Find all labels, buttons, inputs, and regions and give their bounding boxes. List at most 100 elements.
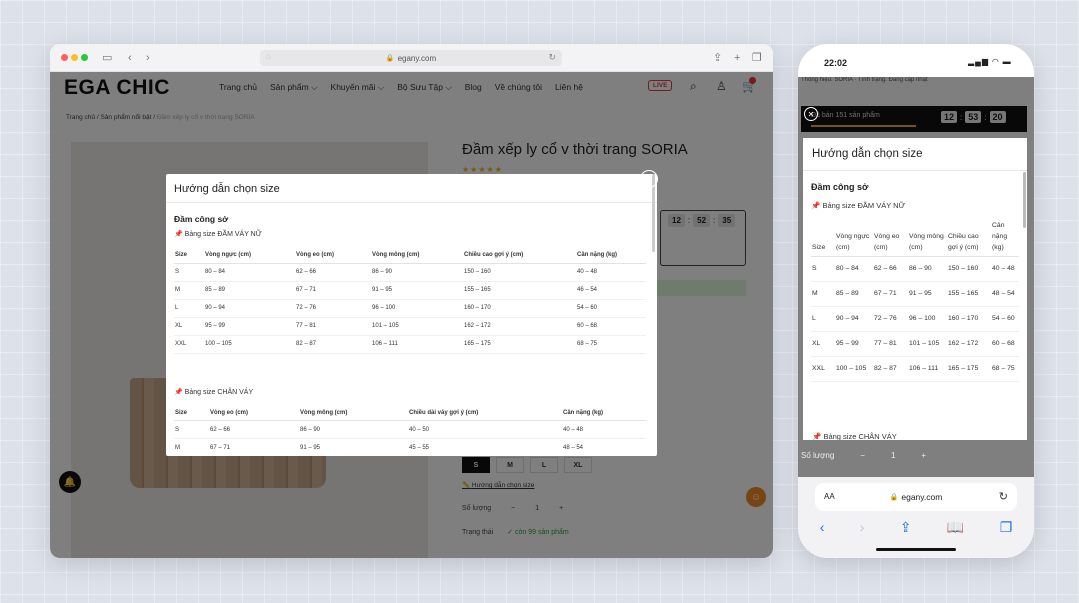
table-cell: 68 – 75 (576, 335, 646, 354)
table-cell: 91 – 95 (908, 281, 947, 307)
table-row: S 62 – 66 86 – 90 40 – 50 40 – 48 (174, 420, 646, 439)
table-row: XL 95 – 99 77 – 81 101 – 105 162 – 172 6… (174, 317, 646, 336)
close-window-button[interactable] (61, 54, 68, 61)
safari-toolbar: ‹ › ⇪ 📖 ❐ (798, 519, 1034, 536)
table-cell: 91 – 95 (371, 281, 463, 300)
table-cell: 85 – 89 (835, 281, 873, 307)
home-indicator (876, 548, 956, 551)
quantity-label: Số lượng (801, 451, 835, 460)
table-cell: 96 – 100 (371, 299, 463, 318)
table-cell: 95 – 99 (204, 317, 295, 336)
table-header: Chiều cao gợi ý (cm) (463, 248, 576, 264)
table-header: Cân nặng (kg) (991, 218, 1019, 257)
table-cell: 68 – 75 (991, 356, 1019, 382)
tabs-icon[interactable]: ❐ (1000, 519, 1013, 536)
table-cell: 48 – 54 (991, 281, 1019, 307)
quantity-value[interactable]: 1 (891, 451, 895, 460)
reload-icon[interactable]: ↻ (548, 52, 556, 63)
tabs-overview-icon[interactable]: ❐ (752, 51, 762, 65)
share-icon[interactable]: ⇪ (900, 519, 912, 536)
size-table-dress: Size Vòng ngực (cm) Vòng eo (cm) Vòng mô… (174, 248, 646, 354)
table-header: Vòng mông (cm) (371, 248, 463, 264)
table-cell: 165 – 175 (463, 335, 576, 354)
table-cell: XXL (811, 356, 835, 382)
table-cell: 86 – 90 (371, 263, 463, 282)
minimize-window-button[interactable] (71, 54, 78, 61)
address-bar[interactable]: ◌ 🔒 egany.com ↻ (260, 50, 562, 66)
forward-arrow-icon[interactable]: › (146, 51, 150, 65)
address-bar[interactable]: AA 🔒 egany.com ↻ (815, 483, 1017, 511)
table-cell: 100 – 105 (204, 335, 295, 354)
table-cell: 80 – 84 (204, 263, 295, 282)
table-cell: 54 – 60 (576, 299, 646, 318)
maximize-window-button[interactable] (81, 54, 88, 61)
table-header: Chiều cao gợi ý (cm) (947, 218, 991, 257)
table-cell: 96 – 100 (908, 306, 947, 332)
lock-icon: 🔒 (385, 55, 395, 62)
table-cell: 90 – 94 (835, 306, 873, 332)
table1-title-text: Bảng size ĐẦM VÁY NỮ (822, 201, 905, 210)
table-header-row: Size Vòng ngực (cm) Vòng eo (cm) Vòng mô… (174, 248, 646, 264)
bookmarks-icon[interactable]: 📖 (947, 519, 964, 536)
reader-aa-button[interactable]: AA (824, 492, 835, 501)
table-cell: 62 – 66 (209, 420, 299, 439)
pin-icon: 📌 (174, 231, 183, 238)
table-cell: M (174, 281, 204, 300)
table-cell: XL (174, 317, 204, 336)
table-row: M 67 – 71 91 – 95 45 – 55 48 – 54 (174, 438, 646, 456)
safari-bottom-bar: AA 🔒 egany.com ↻ ‹ › ⇪ 📖 ❐ (798, 477, 1034, 558)
table-header: Vòng ngực (cm) (204, 248, 295, 264)
close-icon[interactable]: ✕ (640, 170, 658, 188)
modal-section-title: Đầm công sở (811, 182, 869, 192)
modal-section-title: Đầm công sở (174, 214, 229, 224)
sidebar-icon[interactable]: ▭ (102, 51, 112, 65)
table-cell: 40 – 48 (991, 256, 1019, 282)
table-cell: 162 – 172 (947, 331, 991, 357)
table-cell: 77 – 81 (295, 317, 371, 336)
back-arrow-icon[interactable]: ‹ (820, 519, 825, 536)
table-header: Vòng ngực (cm) (835, 218, 873, 257)
table-cell: 160 – 170 (947, 306, 991, 332)
table-row: M 85 – 89 67 – 71 91 – 95 155 – 165 48 –… (811, 281, 1019, 307)
quantity-plus-button[interactable]: + (921, 451, 926, 460)
table-cell: 54 – 60 (991, 306, 1019, 332)
table-header-row: Size Vòng eo (cm) Vòng mông (cm) Chiều d… (174, 405, 646, 421)
table-cell: 150 – 160 (463, 263, 576, 282)
table-cell: S (174, 420, 209, 439)
phone-status-bar: 22:02 ▂▄▆ ◠ ▬ (798, 44, 1034, 78)
table-header-row: Size Vòng ngực (cm) Vòng eo (cm) Vòng mô… (811, 218, 1019, 257)
table-cell: 67 – 71 (209, 438, 299, 456)
pin-icon: 📌 (174, 388, 183, 396)
table-cell: 160 – 170 (463, 299, 576, 318)
table-row: L 90 – 94 72 – 76 96 – 100 160 – 170 54 … (174, 299, 646, 318)
forward-arrow-icon[interactable]: › (860, 519, 865, 536)
table-row: M 85 – 89 67 – 71 91 – 95 155 – 165 46 –… (174, 281, 646, 300)
table2-title-text: Bảng size CHÂN VÁY (184, 388, 254, 396)
address-bar-url: egany.com (901, 492, 943, 502)
lock-icon: 🔒 (889, 494, 899, 501)
table2-title: 📌 Bảng size CHÂN VÁY (812, 432, 897, 440)
address-bar-url: egany.com (397, 53, 437, 63)
table-cell: 165 – 175 (947, 356, 991, 382)
table-cell: 90 – 94 (204, 299, 295, 318)
shield-icon: ◌ (266, 52, 271, 61)
share-icon[interactable]: ⇪ (713, 51, 722, 65)
table-cell: 155 – 165 (463, 281, 576, 300)
modal-scrollbar[interactable] (1023, 172, 1026, 228)
table-header: Vòng mông (cm) (299, 405, 408, 421)
table-cell: 72 – 76 (295, 299, 371, 318)
phone-frame: 22:02 ▂▄▆ ◠ ▬ Thông hiệu: SORIA · Tình t… (798, 44, 1034, 558)
back-arrow-icon[interactable]: ‹ (128, 51, 132, 65)
reload-icon[interactable]: ↻ (999, 490, 1008, 503)
table-cell: M (174, 438, 209, 456)
table-cell: 162 – 172 (463, 317, 576, 336)
website: EGA CHIC Trang chủ Sản phẩm ⌵ Khuyến mãi… (50, 72, 773, 558)
table-cell: 82 – 87 (295, 335, 371, 354)
new-tab-icon[interactable]: + (734, 51, 740, 65)
table-cell: 106 – 111 (908, 356, 947, 382)
desktop-browser-window: ▭ ‹ › ◌ 🔒 egany.com ↻ ⇪ + ❐ EGA CHIC Tra… (50, 44, 773, 558)
table-cell: 85 – 89 (204, 281, 295, 300)
table-cell: 48 – 54 (562, 438, 646, 456)
close-icon[interactable]: ✕ (804, 107, 818, 121)
quantity-minus-button[interactable]: − (860, 451, 865, 460)
